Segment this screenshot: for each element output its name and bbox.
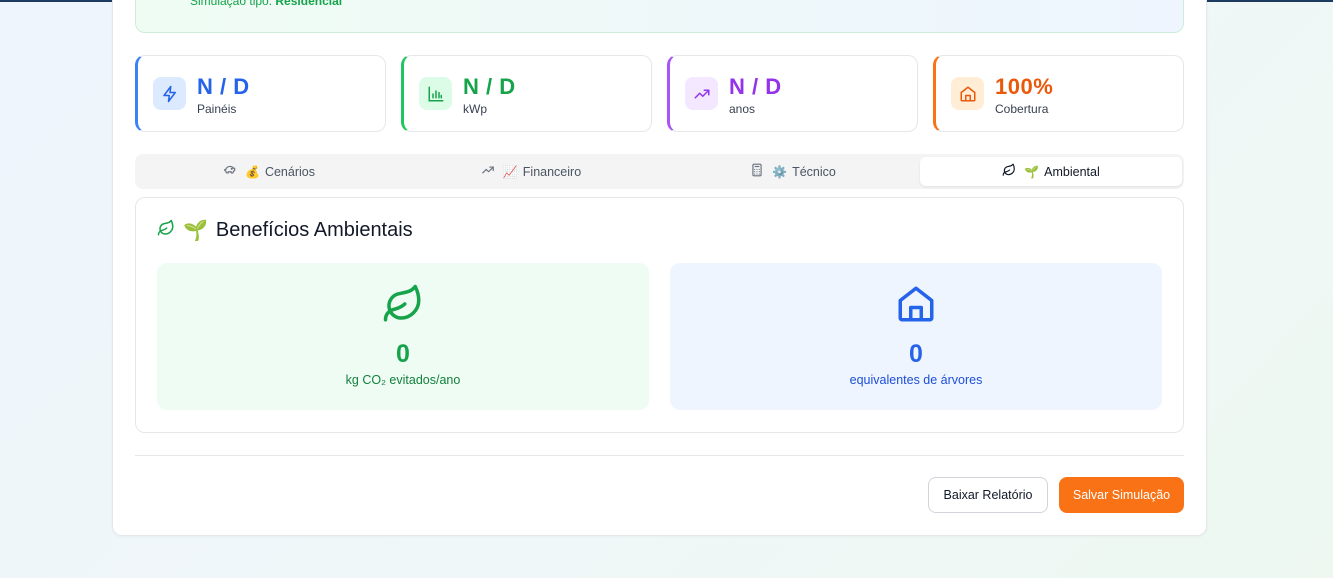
stat-value: 100% bbox=[995, 74, 1054, 99]
lightning-icon bbox=[153, 77, 186, 110]
stat-card-years: N / D anos bbox=[667, 55, 918, 132]
gear-emoji: ⚙️ bbox=[772, 164, 788, 179]
stat-value: N / D bbox=[463, 74, 516, 99]
trees-benefit-card: 0 equivalentes de árvores bbox=[670, 263, 1162, 410]
bar-chart-icon bbox=[419, 77, 452, 110]
tab-label: Financeiro bbox=[522, 164, 582, 179]
banner-prefix: Simulação tipo: bbox=[190, 0, 276, 8]
chart-emoji: 📈 bbox=[502, 164, 518, 179]
co2-value: 0 bbox=[396, 340, 410, 368]
money-bag-emoji: 💰 bbox=[245, 164, 260, 179]
save-simulation-button[interactable]: Salvar Simulação bbox=[1059, 477, 1184, 513]
leaf-icon bbox=[1002, 163, 1016, 180]
tab-tecnico[interactable]: ⚙️ Técnico bbox=[662, 157, 924, 186]
stat-label: Painéis bbox=[197, 102, 237, 116]
co2-label: kg CO₂ evitados/ano bbox=[345, 373, 461, 387]
banner-value: Residencial bbox=[275, 0, 343, 8]
piggy-bank-icon bbox=[223, 163, 237, 180]
trending-up-icon bbox=[685, 77, 718, 110]
tab-label: Cenários bbox=[264, 164, 315, 179]
leaf-icon bbox=[157, 219, 175, 242]
panel-title-text: Benefícios Ambientais bbox=[215, 219, 413, 241]
simulation-type-banner: Simulação tipo: Residencial bbox=[135, 0, 1184, 33]
panel-title: 🌱 Benefícios Ambientais bbox=[157, 218, 413, 243]
stat-card-panels: N / D Painéis bbox=[135, 55, 386, 132]
stat-value: N / D bbox=[197, 74, 250, 99]
trees-label: equivalentes de árvores bbox=[849, 373, 983, 387]
stat-card-coverage: 100% Cobertura bbox=[933, 55, 1184, 132]
divider bbox=[135, 455, 1184, 456]
stat-label: kWp bbox=[463, 102, 487, 116]
stat-card-kwp: N / D kWp bbox=[401, 55, 652, 132]
tab-label: Técnico bbox=[792, 164, 836, 179]
trees-value: 0 bbox=[909, 340, 923, 368]
seedling-emoji: 🌱 bbox=[1024, 164, 1040, 179]
home-icon bbox=[951, 77, 984, 110]
home-icon bbox=[670, 283, 1162, 325]
tab-financeiro[interactable]: 📈 Financeiro bbox=[400, 157, 662, 186]
tab-cenarios[interactable]: 💰 Cenários bbox=[138, 157, 400, 186]
tab-ambiental[interactable]: 🌱 Ambiental bbox=[920, 157, 1182, 186]
stat-label: anos bbox=[729, 102, 756, 116]
calculator-icon bbox=[750, 163, 764, 180]
tab-bar: 💰 Cenários 📈 Financeiro ⚙️ Técnico 🌱 Amb… bbox=[135, 154, 1184, 189]
environmental-benefits-panel: 🌱 Benefícios Ambientais 0 kg CO₂ evitado… bbox=[135, 197, 1184, 433]
seedling-emoji: 🌱 bbox=[183, 220, 208, 242]
download-report-button[interactable]: Baixar Relatório bbox=[928, 477, 1048, 513]
stat-label: Cobertura bbox=[995, 102, 1049, 116]
trending-up-icon bbox=[481, 163, 495, 180]
leaf-icon bbox=[157, 283, 649, 325]
co2-benefit-card: 0 kg CO₂ evitados/ano bbox=[157, 263, 649, 410]
tab-label: Ambiental bbox=[1044, 164, 1100, 179]
stat-value: N / D bbox=[729, 74, 782, 99]
